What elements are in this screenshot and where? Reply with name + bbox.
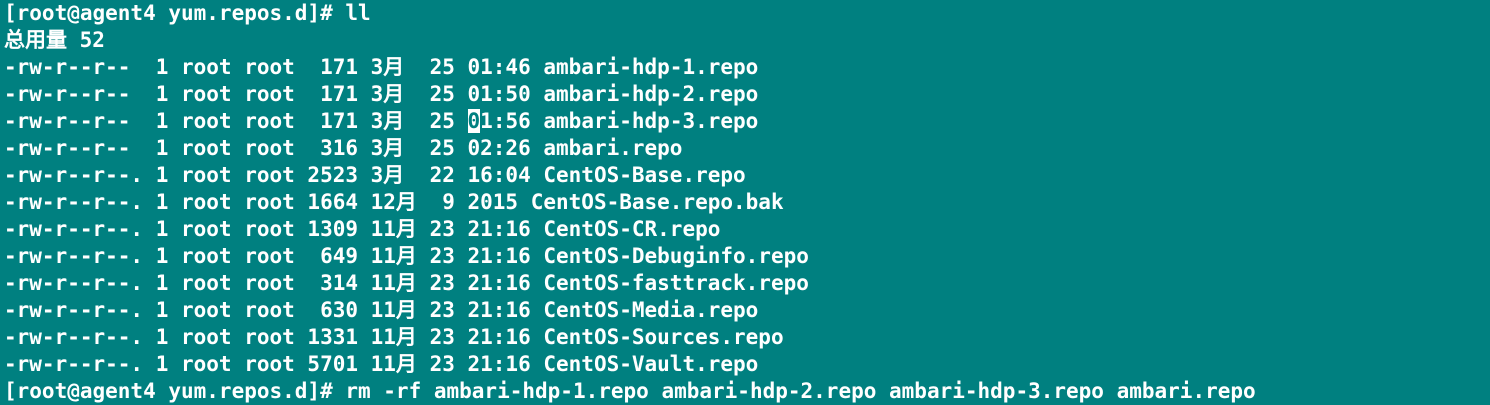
terminal-window[interactable]: [root@agent4 yum.repos.d]# ll 总用量 52 -rw… <box>0 0 1490 405</box>
file-row-ambari-hdp-3: -rw-r--r-- 1 root root 171 3月 25 01:56 a… <box>4 108 1490 135</box>
file-row-centos-vault: -rw-r--r--. 1 root root 5701 11月 23 21:1… <box>4 352 759 376</box>
file-row-centos-debuginfo: -rw-r--r--. 1 root root 649 11月 23 21:16… <box>4 244 809 268</box>
prompt-line-ll: [root@agent4 yum.repos.d]# ll <box>4 1 371 25</box>
file-row-centos-cr: -rw-r--r--. 1 root root 1309 11月 23 21:1… <box>4 217 721 241</box>
file-row-centos-sources: -rw-r--r--. 1 root root 1331 11月 23 21:1… <box>4 325 784 349</box>
file-row-centos-fasttrack: -rw-r--r--. 1 root root 314 11月 23 21:16… <box>4 271 809 295</box>
file-row-centos-base-bak: -rw-r--r--. 1 root root 1664 12月 9 2015 … <box>4 190 784 214</box>
file-row-ambari-hdp-2: -rw-r--r-- 1 root root 171 3月 25 01:50 a… <box>4 82 759 106</box>
file-row-text-after-cursor: 1:56 ambari-hdp-3.repo <box>480 109 759 133</box>
file-row-ambari-hdp-1: -rw-r--r-- 1 root root 171 3月 25 01:46 a… <box>4 55 759 79</box>
file-row-ambari: -rw-r--r-- 1 root root 316 3月 25 02:26 a… <box>4 136 683 160</box>
prompt-line-rm[interactable]: [root@agent4 yum.repos.d]# rm -rf ambari… <box>4 378 1490 405</box>
total-line: 总用量 52 <box>4 28 105 52</box>
file-row-centos-base: -rw-r--r--. 1 root root 2523 3月 22 16:04… <box>4 163 746 187</box>
file-row-centos-media: -rw-r--r--. 1 root root 630 11月 23 21:16… <box>4 298 759 322</box>
text-cursor: 0 <box>467 109 481 133</box>
file-row-text-before-cursor: -rw-r--r-- 1 root root 171 3月 25 <box>4 109 468 133</box>
